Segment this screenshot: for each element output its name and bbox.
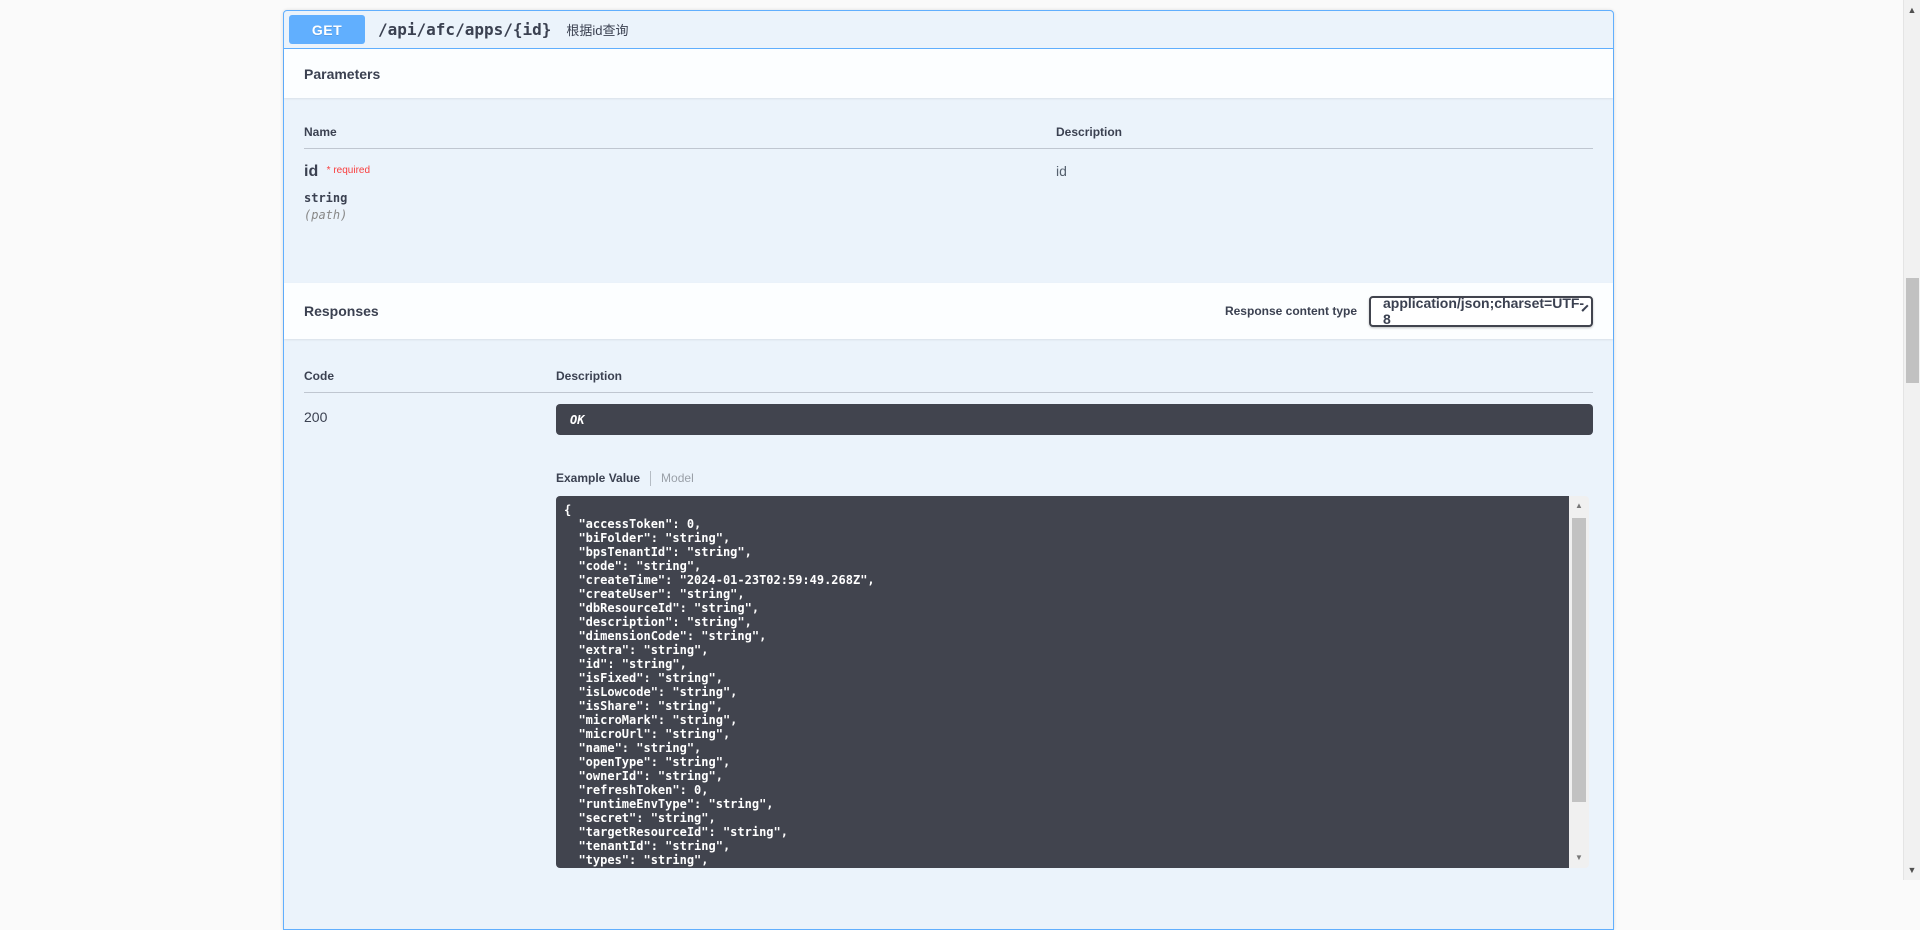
response-code: 200 bbox=[304, 404, 556, 868]
parameter-required-marker: * required bbox=[327, 165, 370, 176]
example-json-text: { "accessToken": 0, "biFolder": "string"… bbox=[564, 503, 1569, 867]
responses-title: Responses bbox=[304, 303, 379, 319]
example-scrollbar-thumb[interactable] bbox=[1572, 518, 1586, 802]
responses-section-header: Responses Response content type applicat… bbox=[284, 283, 1613, 339]
example-json-block: { "accessToken": 0, "biFolder": "string"… bbox=[556, 496, 1569, 868]
endpoint-path[interactable]: /api/afc/apps/{id} bbox=[378, 20, 551, 39]
parameter-type: string bbox=[304, 191, 1056, 205]
responses-table: Code Description 200 OK Example Value Mo… bbox=[284, 339, 1613, 868]
parameter-location: (path) bbox=[304, 208, 1056, 222]
response-content-type-select[interactable]: application/json;charset=UTF-8 bbox=[1369, 296, 1593, 327]
http-method-badge[interactable]: GET bbox=[289, 15, 365, 44]
page-scroll-down-icon[interactable]: ▼ bbox=[1904, 864, 1920, 876]
parameters-name-column-header: Name bbox=[304, 125, 1056, 139]
responses-code-column-header: Code bbox=[304, 369, 556, 383]
page-scrollbar-thumb[interactable] bbox=[1906, 278, 1919, 383]
responses-description-column-header: Description bbox=[556, 369, 622, 383]
parameter-name: id bbox=[304, 163, 318, 180]
response-status-bar: OK bbox=[556, 404, 1593, 435]
response-row-200: 200 OK Example Value Model { "accessToke… bbox=[304, 393, 1593, 868]
tab-divider bbox=[650, 471, 651, 486]
parameters-table: Name Description id * required string (p… bbox=[284, 98, 1613, 283]
parameter-row-id: id * required string (path) id bbox=[304, 149, 1593, 222]
page-scrollbar[interactable]: ▲ ▼ bbox=[1903, 0, 1920, 880]
operation-panel-get: GET /api/afc/apps/{id} 根据id查询 Parameters… bbox=[283, 10, 1614, 930]
scroll-down-icon[interactable]: ▼ bbox=[1569, 852, 1589, 864]
scroll-up-icon[interactable]: ▲ bbox=[1569, 500, 1589, 512]
tab-model[interactable]: Model bbox=[661, 471, 694, 485]
parameter-description: id bbox=[1056, 163, 1067, 222]
tab-example-value[interactable]: Example Value bbox=[556, 471, 640, 485]
parameters-section-header: Parameters bbox=[284, 49, 1613, 98]
page-scroll-up-icon[interactable]: ▲ bbox=[1904, 4, 1920, 16]
operation-summary-row[interactable]: GET /api/afc/apps/{id} 根据id查询 bbox=[284, 11, 1613, 49]
response-status-text: OK bbox=[570, 413, 584, 427]
example-scrollbar[interactable]: ▲ ▼ bbox=[1569, 496, 1589, 868]
response-content-type-value: application/json;charset=UTF-8 bbox=[1383, 295, 1584, 327]
response-content-type-label: Response content type bbox=[1225, 304, 1357, 318]
example-code-container: { "accessToken": 0, "biFolder": "string"… bbox=[556, 496, 1589, 868]
endpoint-summary-text: 根据id查询 bbox=[566, 20, 628, 39]
parameters-description-column-header: Description bbox=[1056, 125, 1122, 139]
parameters-title: Parameters bbox=[304, 66, 380, 82]
example-model-tabs: Example Value Model bbox=[556, 469, 1593, 487]
